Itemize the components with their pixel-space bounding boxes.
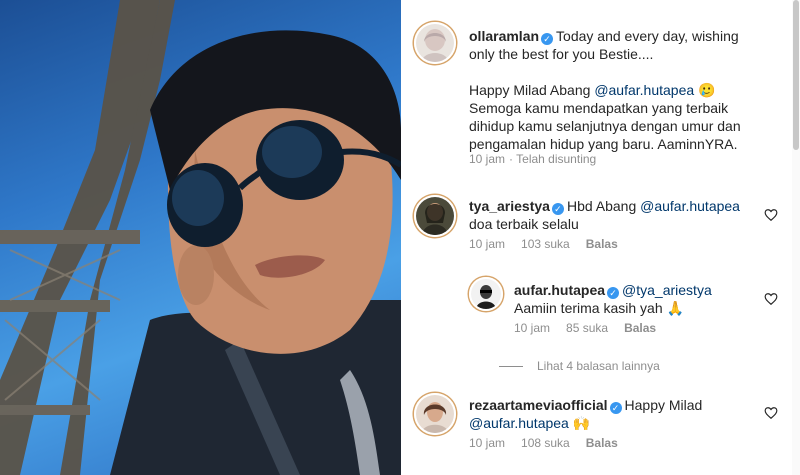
comment-1-time[interactable]: 10 jam [469, 237, 505, 251]
caption-para3-line2: dihidup kamu selanjutnya dengan umur dan [469, 118, 741, 134]
comment-2-line2: Aamiin terima kasih yah 🙏 [514, 300, 684, 316]
comment-2-likes[interactable]: 85 suka [566, 321, 608, 335]
view-replies-label: Lihat 4 balasan lainnya [537, 359, 660, 373]
verified-badge-icon: ✓ [541, 33, 554, 45]
comment-1-mention[interactable]: @aufar.hutapea [640, 198, 740, 214]
comment-1: tya_ariestya ✓ Hbd Abang @aufar.hutapea do… [469, 197, 769, 233]
comment-2-meta: 10 jam 85 suka Balas [514, 321, 672, 335]
avatar-tya-ariestya[interactable] [414, 195, 456, 237]
caption-line-1: Today and every day, wishing [556, 28, 739, 44]
post-caption: ollaramlan ✓ Today and every day, wishing … [469, 27, 784, 153]
post-photo [0, 0, 401, 475]
comment-3-text: Happy Milad [624, 397, 703, 413]
comment-1-prefix: Hbd Abang [566, 198, 641, 214]
comment-1-username[interactable]: tya_ariestya [469, 198, 550, 214]
scrollbar-thumb[interactable] [793, 0, 799, 150]
photo-illustration [0, 0, 401, 475]
post-time[interactable]: 10 jam [469, 152, 505, 166]
caption-para3-line3: pengamalan hidup yang baru. AaminnYRA. [469, 136, 738, 152]
comments-panel: ollaramlan ✓ Today and every day, wishing … [401, 0, 800, 475]
comment-1-reply-button[interactable]: Balas [586, 237, 618, 251]
verified-badge-icon: ✓ [607, 287, 620, 299]
comment-3-time[interactable]: 10 jam [469, 436, 505, 450]
comment-2-time[interactable]: 10 jam [514, 321, 550, 335]
caption-line-2: only the best for you Bestie.... [469, 46, 654, 62]
comment-2-mention[interactable]: @tya_ariestya [622, 282, 712, 298]
avatar-ollaramlan[interactable] [414, 22, 456, 64]
verified-badge-icon: ✓ [609, 402, 622, 414]
comment-1-likes[interactable]: 103 suka [521, 237, 570, 251]
caption-mention[interactable]: @aufar.hutapea [594, 82, 694, 98]
heart-icon[interactable] [764, 208, 778, 222]
view-replies-line [499, 366, 523, 368]
comment-1-meta: 10 jam 103 suka Balas [469, 237, 634, 251]
comment-3-mention[interactable]: @aufar.hutapea [469, 415, 569, 431]
comment-3-emoji: 🙌 [572, 415, 591, 431]
comment-3-likes[interactable]: 108 suka [521, 436, 570, 450]
comment-3-meta: 10 jam 108 suka Balas [469, 436, 634, 450]
view-more-replies-button[interactable]: Lihat 4 balasan lainnya [499, 359, 660, 373]
comment-2-reply-button[interactable]: Balas [624, 321, 656, 335]
comment-3-reply-button[interactable]: Balas [586, 436, 618, 450]
verified-badge-icon: ✓ [551, 203, 564, 215]
post-meta: 10 jam · Telah disunting [469, 152, 612, 166]
heart-icon[interactable] [764, 406, 778, 420]
caption-para3-line1: Semoga kamu mendapatkan yang terbaik [469, 100, 729, 116]
post-edited: · Telah disunting [509, 152, 597, 166]
comment-2-username[interactable]: aufar.hutapea [514, 282, 605, 298]
caption-para2-prefix: Happy Milad Abang [469, 82, 595, 98]
avatar-aufar-hutapea[interactable] [469, 277, 503, 311]
post-username[interactable]: ollaramlan [469, 28, 539, 44]
comment-3: rezaartameviaofficial ✓ Happy Milad @aufar… [469, 396, 769, 432]
avatar-rezaartameviaofficial[interactable] [414, 393, 456, 435]
caption-emoji: 🥲 [698, 82, 716, 98]
comment-1-line2: doa terbaik selalu [469, 216, 579, 232]
comment-3-username[interactable]: rezaartameviaofficial [469, 397, 608, 413]
comment-2: aufar.hutapea ✓ @tya_ariestya Aamiin terim… [514, 281, 764, 317]
heart-icon[interactable] [764, 292, 778, 306]
